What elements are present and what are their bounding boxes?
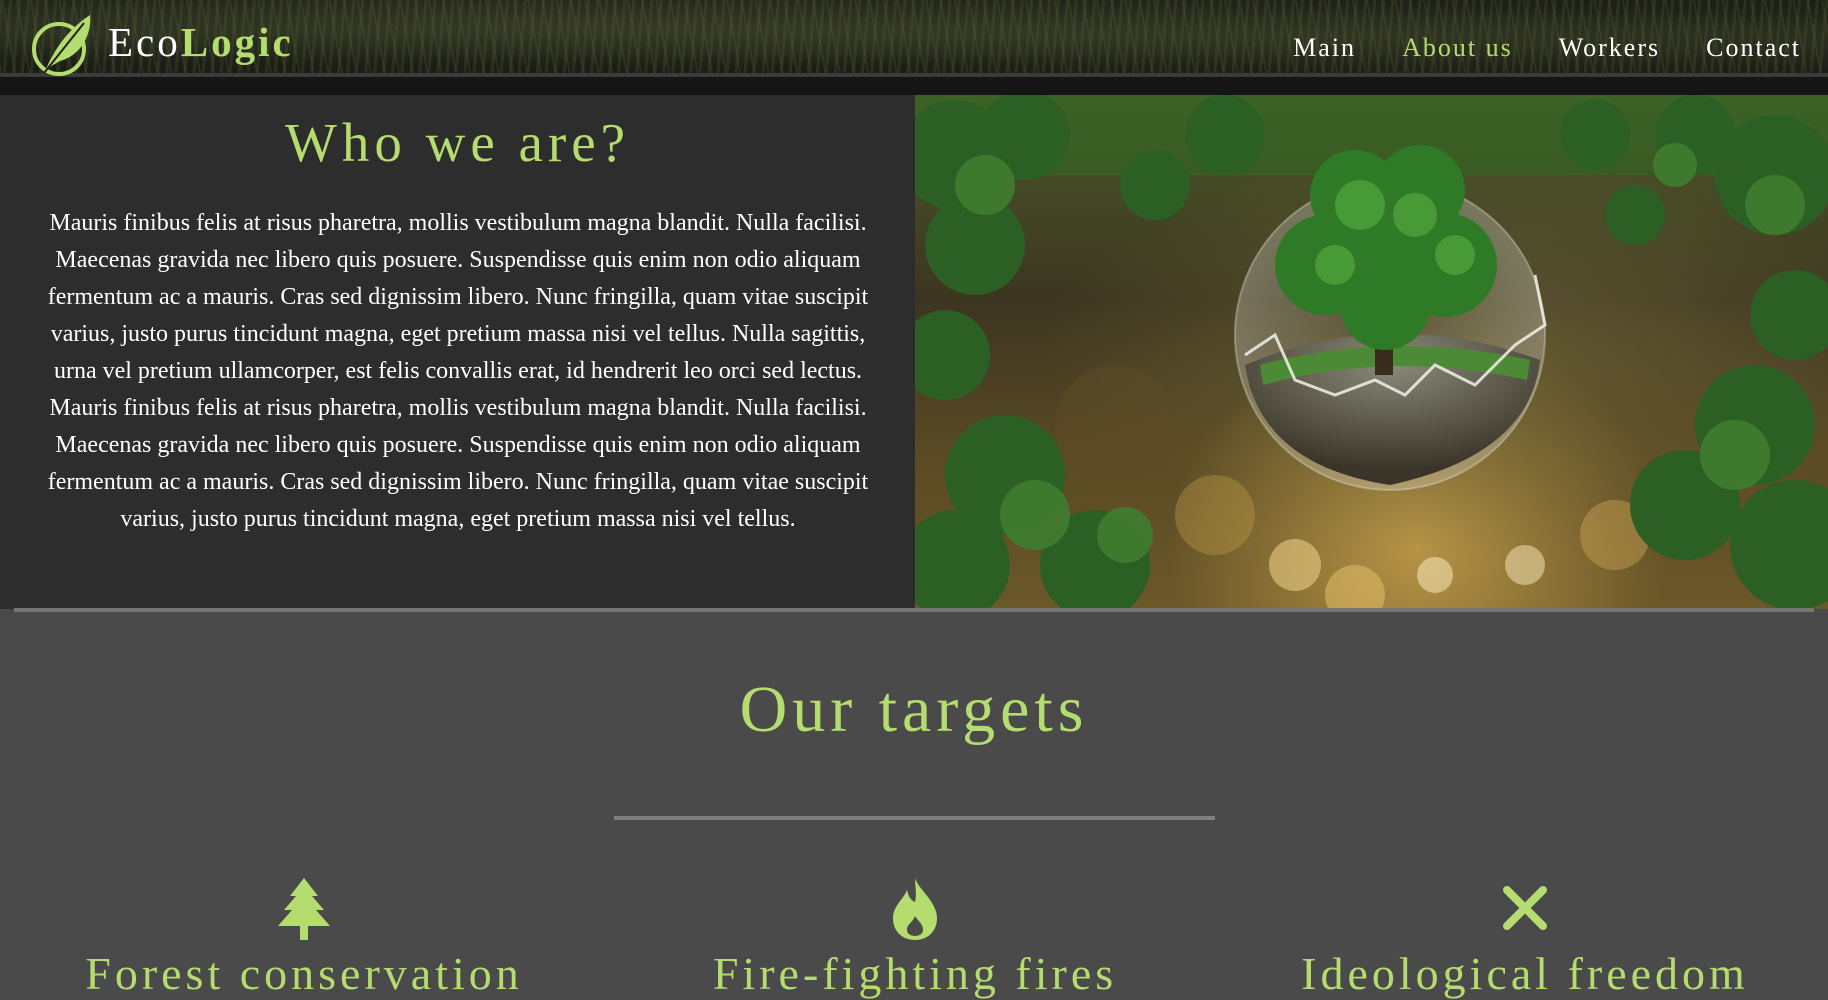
about-section: Who we are? Mauris finibus felis at risu… [0,95,915,609]
nav-item-main[interactable]: Main [1293,15,1356,63]
site-header: EcoLogic Main About us Workers Contact [0,0,1828,77]
target-item: Forest conservation [4,876,604,1000]
target-label: Ideological freedom [1301,948,1749,999]
targets-title: Our targets [739,673,1089,746]
leaf-circle-icon [32,15,91,76]
about-text: Mauris finibus felis at risus pharetra, … [47,210,869,532]
target-item: Fire-fighting fires [615,876,1215,1000]
target-item: Ideological freedom [1225,876,1825,1000]
brand-name: EcoLogic [108,18,294,65]
nav-item-contact[interactable]: Contact [1706,15,1801,63]
nav-item-workers[interactable]: Workers [1559,15,1660,63]
target-label: Forest conservation [85,948,523,999]
tree-globe-image [915,95,1828,609]
header-shadow-strip [0,77,1828,95]
close-icon [1503,886,1547,930]
fire-icon [893,878,937,940]
section-divider [14,608,1814,612]
logo[interactable]: EcoLogic [30,11,294,79]
main-nav: Main About us Workers Contact [1293,0,1828,77]
nav-item-about-us[interactable]: About us [1402,15,1513,63]
target-label: Fire-fighting fires [712,948,1118,999]
targets-divider [614,816,1215,820]
about-title: Who we are? [284,112,631,173]
tree-icon [278,878,330,940]
